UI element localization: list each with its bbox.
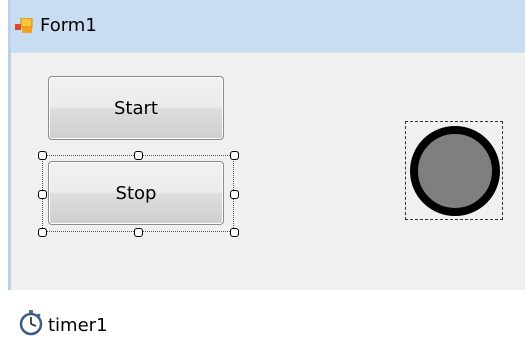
- resize-handle-top-left[interactable]: [38, 151, 47, 160]
- resize-handle-bottom-right[interactable]: [230, 228, 239, 237]
- form-client-area[interactable]: Start Stop: [11, 53, 525, 290]
- resize-handle-bottom[interactable]: [134, 228, 143, 237]
- window-title: Form1: [40, 15, 97, 36]
- resize-handle-top-right[interactable]: [230, 151, 239, 160]
- component-tray: timer1: [0, 300, 525, 353]
- start-button[interactable]: Start: [48, 76, 224, 140]
- resize-handle-left[interactable]: [38, 190, 47, 199]
- circle-shape[interactable]: [410, 126, 500, 216]
- resize-handle-bottom-left[interactable]: [38, 228, 47, 237]
- stop-button[interactable]: Stop: [48, 161, 224, 225]
- resize-handle-top[interactable]: [134, 151, 143, 160]
- stopwatch-icon[interactable]: [19, 310, 43, 336]
- shape-selection-box[interactable]: [405, 121, 503, 220]
- form-icon: [15, 17, 33, 34]
- resize-handle-right[interactable]: [230, 190, 239, 199]
- title-bar[interactable]: Form1: [11, 0, 525, 53]
- timer1-label[interactable]: timer1: [48, 315, 108, 336]
- form-window[interactable]: Form1 Start Stop: [8, 0, 525, 290]
